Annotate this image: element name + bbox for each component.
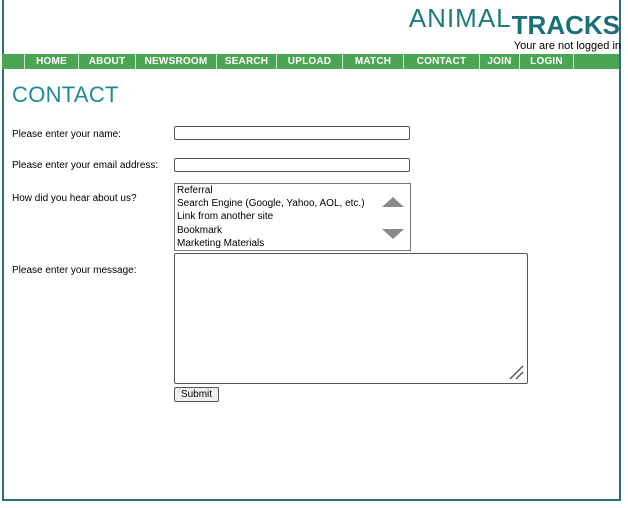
page-title: CONTACT	[12, 82, 119, 107]
nav-search[interactable]: SEARCH	[217, 54, 277, 69]
login-status: Your are not logged in	[513, 40, 621, 52]
nav-join[interactable]: JOIN	[480, 54, 520, 69]
hear-about-label: How did you hear about us?	[12, 193, 137, 204]
logo-text-animal: ANIMAL	[408, 3, 512, 33]
nav-newsroom[interactable]: NEWSROOM	[136, 54, 217, 69]
message-textarea[interactable]	[174, 253, 528, 384]
listbox-option-marketing[interactable]: Marketing Materials	[175, 237, 410, 250]
listbox-option-referral[interactable]: Referral	[175, 184, 410, 197]
nav-login[interactable]: LOGIN	[520, 54, 574, 69]
nav-match[interactable]: MATCH	[343, 54, 404, 69]
name-label: Please enter your name:	[12, 129, 121, 140]
nav-home[interactable]: HOME	[25, 54, 79, 69]
hear-about-listbox[interactable]: Referral Search Engine (Google, Yahoo, A…	[174, 183, 411, 251]
nav-contact[interactable]: CONTACT	[404, 54, 480, 69]
submit-button[interactable]: Submit	[174, 387, 219, 402]
scroll-down-arrow-icon[interactable]	[382, 229, 404, 239]
nav-upload[interactable]: UPLOAD	[277, 54, 343, 69]
nav-spacer	[2, 54, 25, 69]
scroll-up-arrow-icon[interactable]	[382, 197, 404, 207]
animal-tracks-logo[interactable]: ANIMALTRACKS	[408, 3, 620, 38]
message-label: Please enter your message:	[12, 265, 137, 276]
main-nav: HOME ABOUT NEWSROOM SEARCH UPLOAD MATCH …	[2, 54, 619, 69]
listbox-option-link[interactable]: Link from another site	[175, 210, 410, 223]
email-label: Please enter your email address:	[12, 160, 159, 171]
listbox-scrollbar[interactable]	[376, 184, 410, 250]
resize-grip-icon[interactable]	[508, 364, 524, 380]
name-field[interactable]	[174, 126, 410, 140]
nav-about[interactable]: ABOUT	[79, 54, 136, 69]
logo-text-tracks: TRACKS	[511, 10, 620, 40]
listbox-option-bookmark[interactable]: Bookmark	[175, 224, 410, 237]
listbox-option-search-engine[interactable]: Search Engine (Google, Yahoo, AOL, etc.)	[175, 197, 410, 210]
email-field[interactable]	[174, 158, 410, 172]
